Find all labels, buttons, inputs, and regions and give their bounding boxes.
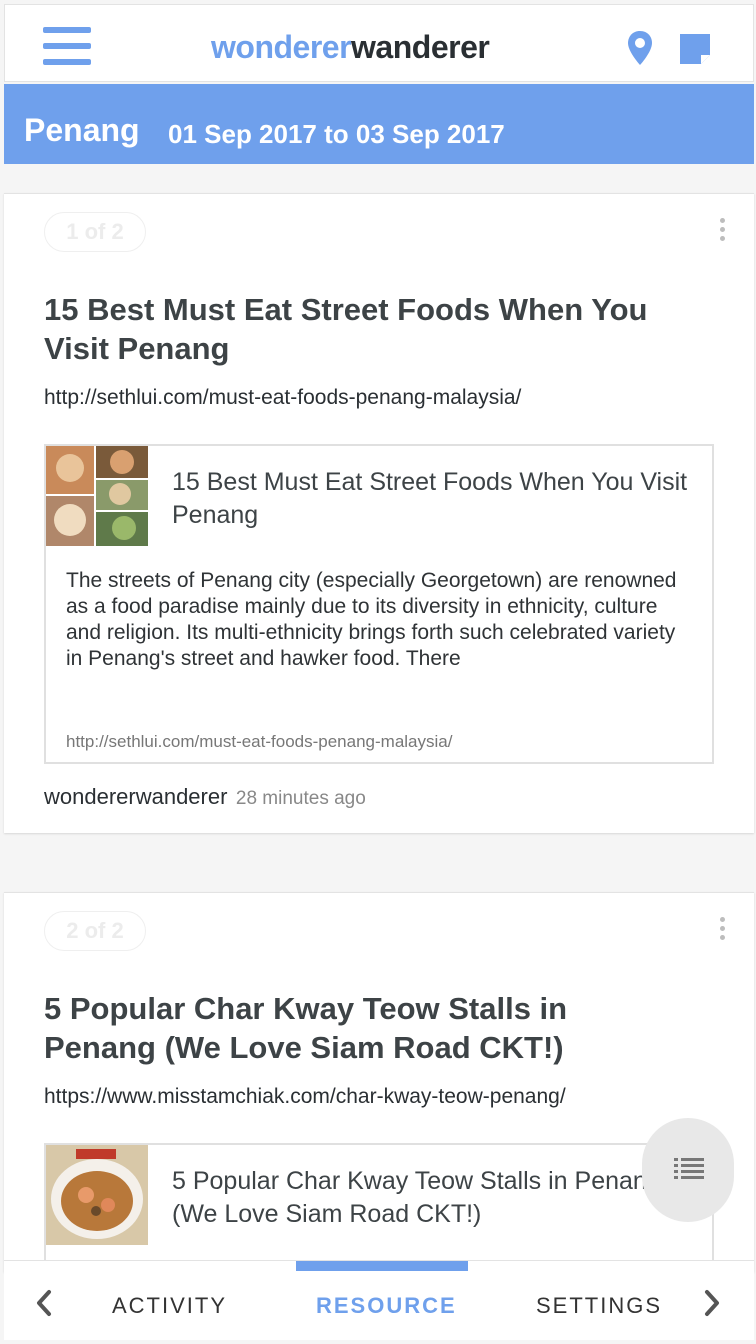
- more-vertical-icon[interactable]: [718, 917, 726, 943]
- hamburger-icon[interactable]: [43, 27, 93, 67]
- logo-part-2: wanderer: [351, 29, 490, 65]
- more-vertical-icon[interactable]: [718, 218, 726, 244]
- card-pager: 2 of 2: [44, 911, 146, 951]
- card-pager: 1 of 2: [44, 212, 146, 252]
- link-preview[interactable]: 15 Best Must Eat Street Foods When You V…: [44, 444, 714, 764]
- preview-url: http://sethlui.com/must-eat-foods-penang…: [66, 732, 453, 751]
- trip-city: Penang: [24, 112, 140, 148]
- post-url[interactable]: http://sethlui.com/must-eat-foods-penang…: [44, 386, 521, 410]
- post-url[interactable]: https://www.misstamchiak.com/char-kway-t…: [44, 1085, 566, 1109]
- bottom-tab-bar: ACTIVITY RESOURCE SETTINGS: [4, 1260, 754, 1340]
- tab-resource[interactable]: RESOURCE: [316, 1293, 457, 1319]
- post-timestamp: 28 minutes ago: [235, 788, 366, 809]
- chevron-right-icon[interactable]: [702, 1289, 722, 1317]
- preview-description: The streets of Penang city (especially G…: [66, 569, 677, 670]
- preview-thumbnail: [46, 1145, 148, 1245]
- logo-part-1: wonderer: [211, 29, 352, 65]
- list-fab[interactable]: [642, 1118, 734, 1222]
- post-title[interactable]: 5 Popular Char Kway Teow Stalls in Penan…: [44, 989, 684, 1067]
- preview-title: 15 Best Must Eat Street Foods When You V…: [172, 468, 688, 529]
- preview-title: 5 Popular Char Kway Teow Stalls in Penan…: [172, 1167, 661, 1228]
- tab-activity[interactable]: ACTIVITY: [112, 1293, 227, 1319]
- trip-header: Penang 01 Sep 2017 to 03 Sep 2017: [4, 84, 754, 164]
- post-meta: wondererwanderer 28 minutes ago: [44, 784, 366, 810]
- trip-dates: 01 Sep 2017 to 03 Sep 2017: [168, 119, 505, 149]
- chevron-left-icon[interactable]: [34, 1289, 54, 1317]
- top-app-bar: wondererwanderer: [4, 4, 754, 82]
- post-title[interactable]: 15 Best Must Eat Street Foods When You V…: [44, 290, 684, 368]
- list-icon: [674, 1158, 704, 1179]
- resource-card: 2 of 2 5 Popular Char Kway Teow Stalls i…: [4, 892, 754, 1283]
- tab-settings[interactable]: SETTINGS: [536, 1293, 662, 1319]
- post-author[interactable]: wondererwanderer: [44, 784, 227, 809]
- app-root: wondererwanderer Penang 01 Sep 2017 to 0…: [0, 0, 756, 1344]
- map-pin-icon[interactable]: [625, 29, 655, 67]
- note-icon[interactable]: [677, 31, 713, 67]
- app-logo[interactable]: wondererwanderer: [211, 29, 490, 66]
- active-tab-indicator: [296, 1261, 468, 1271]
- resource-card: 1 of 2 15 Best Must Eat Street Foods Whe…: [4, 193, 754, 833]
- preview-thumbnail: [46, 446, 148, 546]
